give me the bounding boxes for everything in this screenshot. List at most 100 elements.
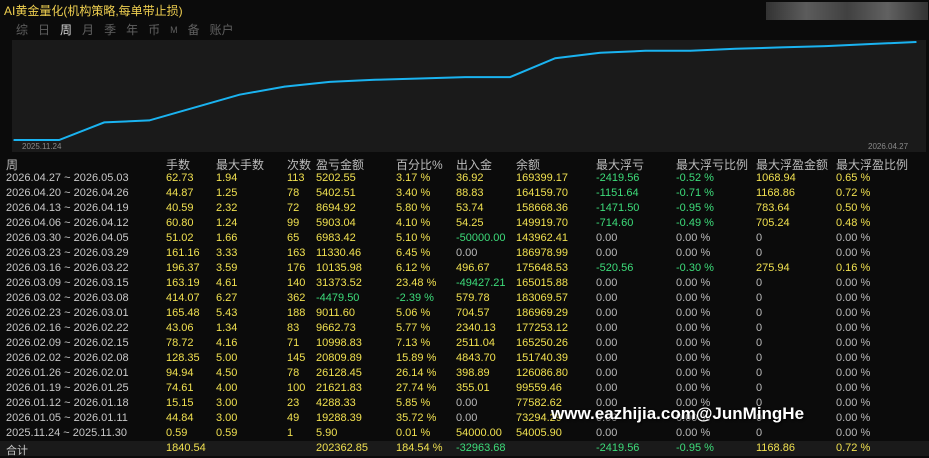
cell-col-5: -2.39 % xyxy=(396,292,434,304)
cell-col-5: 184.54 % xyxy=(396,442,443,454)
cell-col-7: 143962.41 xyxy=(516,232,568,244)
tab-0[interactable]: 综 xyxy=(16,22,28,38)
table-row[interactable]: 2026.03.23 ~ 2026.03.29 161.16 3.33 163 1133… xyxy=(0,246,929,261)
equity-point xyxy=(554,57,556,60)
table-row[interactable]: 2026.04.13 ~ 2026.04.19 40.59 2.32 72 8694.9… xyxy=(0,201,929,216)
equity-point xyxy=(464,76,466,78)
equity-point xyxy=(419,77,421,80)
cell-col-10: 0 xyxy=(756,367,763,379)
cell-col-2: 0.59 xyxy=(216,427,238,439)
cell-col-1: 128.35 xyxy=(166,352,200,364)
cell-col-4: 26128.45 xyxy=(316,367,362,379)
table-row[interactable]: 2026.03.16 ~ 2026.03.22 196.37 3.59 176 1013… xyxy=(0,261,929,276)
tab-5[interactable]: 年 xyxy=(126,22,138,38)
table-row[interactable]: 2026.04.20 ~ 2026.04.26 44.87 1.25 78 5402.5… xyxy=(0,186,929,201)
cell-col-9: -0.30 % xyxy=(676,262,714,274)
cell-col-9: 0.00 % xyxy=(676,277,711,289)
cell-col-2: 5.43 xyxy=(216,307,238,319)
table-row[interactable]: 2026.02.16 ~ 2026.02.22 43.06 1.34 83 9662.7… xyxy=(0,321,929,336)
table-row[interactable]: 2026.04.27 ~ 2026.05.03 62.73 1.94 113 5202.… xyxy=(0,171,929,186)
cell-col-10: 0 xyxy=(756,277,763,289)
table-row[interactable]: 2025.11.24 ~ 2025.11.30 0.59 0.59 1 5.90 0.01… xyxy=(0,426,929,441)
cell-col-2: 1.24 xyxy=(216,217,238,229)
equity-point xyxy=(193,106,196,109)
cell-col-11: 0.00 % xyxy=(836,382,871,394)
cell-col-9: 0.00 % xyxy=(676,337,711,349)
tab-7[interactable]: M xyxy=(170,22,178,38)
cell-col-0: 2026.04.20 ~ 2026.04.26 xyxy=(6,187,129,199)
table-row[interactable]: 2026.02.09 ~ 2026.02.15 78.72 4.16 71 10998.… xyxy=(0,336,929,351)
cell-col-9: 0.00 % xyxy=(676,232,711,244)
cell-col-11: 0.00 % xyxy=(836,277,871,289)
table-row[interactable]: 2026.01.19 ~ 2026.01.25 74.61 4.00 100 21621… xyxy=(0,381,929,396)
cell-col-5: 15.89 % xyxy=(396,352,437,364)
cell-col-11: 0.00 % xyxy=(836,427,871,439)
cell-col-7: 177253.12 xyxy=(516,322,568,334)
table-row[interactable]: 2026.04.06 ~ 2026.04.12 60.80 1.24 99 5903.0… xyxy=(0,216,929,231)
cell-col-6: 53.74 xyxy=(456,202,484,214)
tab-6[interactable]: 币 xyxy=(148,22,160,38)
cell-col-3: 140 xyxy=(287,277,306,289)
tab-2[interactable]: 周 xyxy=(60,22,72,38)
cell-col-2: 4.61 xyxy=(216,277,238,289)
cell-col-6: -49427.21 xyxy=(456,277,506,289)
tab-1[interactable]: 日 xyxy=(38,22,50,38)
cell-col-11: 0.72 % xyxy=(836,442,871,454)
cell-col-1: 44.87 xyxy=(166,187,194,199)
tab-9[interactable]: 账户 xyxy=(210,22,234,38)
equity-point xyxy=(103,121,105,124)
cell-col-1: 40.59 xyxy=(166,202,194,214)
table-row[interactable]: 2026.01.26 ~ 2026.02.01 94.94 4.50 78 26128.… xyxy=(0,366,929,381)
table-row[interactable]: 2026.02.23 ~ 2026.03.01 165.48 5.43 188 9011… xyxy=(0,306,929,321)
cell-col-6: 704.57 xyxy=(456,307,490,319)
cell-col-11: 0.00 % xyxy=(836,292,871,304)
cell-col-7: 126086.80 xyxy=(516,367,568,379)
cell-col-8: 0.00 xyxy=(596,322,618,334)
cell-col-1: 161.16 xyxy=(166,247,200,259)
watermark: www.eazhijia.com@JunMingHe xyxy=(551,404,805,423)
cell-col-1: 165.48 xyxy=(166,307,200,319)
cell-col-8: -520.56 xyxy=(596,262,634,274)
cell-col-1: 51.02 xyxy=(166,232,194,244)
cell-col-9: -0.49 % xyxy=(676,217,714,229)
tab-4[interactable]: 季 xyxy=(104,22,116,38)
cell-col-9: 0.00 % xyxy=(676,427,711,439)
cell-col-3: 72 xyxy=(287,202,300,214)
cell-col-7: 169399.17 xyxy=(516,172,568,184)
cell-col-8: -2419.56 xyxy=(596,172,640,184)
cell-col-4: 9662.73 xyxy=(316,322,356,334)
equity-point xyxy=(779,46,782,49)
cell-col-4: 5202.55 xyxy=(316,172,356,184)
tab-8[interactable]: 备 xyxy=(188,22,200,38)
cell-col-10: 0 xyxy=(756,247,763,259)
cell-col-7: 165250.26 xyxy=(516,337,568,349)
cell-col-2: 4.16 xyxy=(216,337,238,349)
cell-col-0: 2026.02.16 ~ 2026.02.22 xyxy=(6,322,129,334)
table-row[interactable]: 2026.02.02 ~ 2026.02.08 128.35 5.00 145 2080… xyxy=(0,351,929,366)
cell-col-9: -0.95 % xyxy=(676,442,714,454)
cell-col-5: 5.10 % xyxy=(396,232,431,244)
cell-col-6: 2340.13 xyxy=(456,322,496,334)
cell-col-4: 20809.89 xyxy=(316,352,362,364)
equity-line xyxy=(14,41,917,141)
app-title: AI黄金量化(机构策略,每单带止损) xyxy=(4,4,183,18)
cell-col-3: 71 xyxy=(287,337,300,349)
table-total-row[interactable]: 合计 1840.54 202362.85 184.54 % -32963.68 -2419… xyxy=(0,441,929,457)
equity-point xyxy=(148,119,151,122)
cell-col-6: 88.83 xyxy=(456,187,484,199)
cell-col-4: 10135.98 xyxy=(316,262,362,274)
cell-col-4: 202362.85 xyxy=(316,442,368,454)
tab-3[interactable]: 月 xyxy=(82,22,94,38)
cell-col-5: 5.85 % xyxy=(396,397,431,409)
cell-col-0: 2026.04.27 ~ 2026.05.03 xyxy=(6,172,129,184)
cell-col-4: 4288.33 xyxy=(316,397,356,409)
cell-col-11: 0.00 % xyxy=(836,232,871,244)
cell-col-8: -1471.50 xyxy=(596,202,640,214)
table-row[interactable]: 2026.03.02 ~ 2026.03.08 414.07 6.27 362 -447… xyxy=(0,291,929,306)
cell-col-9: 0.00 % xyxy=(676,367,711,379)
cell-col-8: -2419.56 xyxy=(596,442,640,454)
table-row[interactable]: 2026.03.09 ~ 2026.03.15 163.19 4.61 140 3137… xyxy=(0,276,929,291)
cell-col-8: 0.00 xyxy=(596,277,618,289)
table-row[interactable]: 2026.03.30 ~ 2026.04.05 51.02 1.66 65 6983.4… xyxy=(0,231,929,246)
cell-col-1: 0.59 xyxy=(166,427,188,439)
